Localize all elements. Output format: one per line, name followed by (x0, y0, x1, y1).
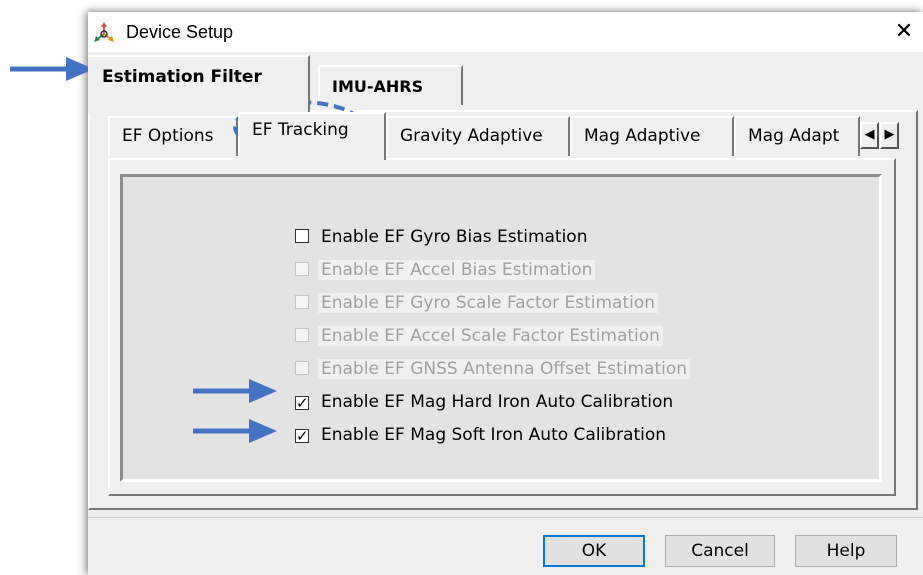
tab-ef-tracking[interactable]: EF Tracking (238, 112, 386, 160)
title-bar: Device Setup ✕ (88, 12, 923, 52)
cancel-button[interactable]: Cancel (665, 535, 775, 567)
scroll-right-icon[interactable]: ▶ (880, 122, 899, 149)
ef-tracking-pane: Enable EF Gyro Bias Estimation Enable EF… (108, 158, 896, 496)
option-label: Enable EF Accel Scale Factor Estimation (318, 326, 663, 346)
option-accel-scale-factor: Enable EF Accel Scale Factor Estimation (295, 326, 663, 350)
tab-estimation-filter[interactable]: Estimation Filter (88, 55, 310, 113)
checkbox-accel-scale-factor (295, 328, 309, 342)
option-gyro-bias[interactable]: Enable EF Gyro Bias Estimation (295, 227, 587, 251)
app-icon (94, 22, 114, 42)
option-gyro-scale-factor: Enable EF Gyro Scale Factor Estimation (295, 293, 658, 317)
option-accel-bias: Enable EF Accel Bias Estimation (295, 260, 596, 284)
device-setup-window: Device Setup ✕ Estimation Filter IMU-AHR… (88, 12, 923, 575)
ok-button[interactable]: OK (543, 535, 645, 567)
checkmark-icon[interactable]: ✓ (295, 429, 309, 444)
option-label: Enable EF Accel Bias Estimation (318, 260, 596, 280)
arrow-annotation-icon (10, 57, 94, 81)
option-label: Enable EF Gyro Bias Estimation (321, 227, 588, 247)
footer-separator (88, 517, 923, 518)
option-mag-soft-iron[interactable]: ✓ Enable EF Mag Soft Iron Auto Calibratio… (295, 425, 666, 449)
tab-ef-options[interactable]: EF Options (108, 116, 238, 156)
option-label: Enable EF GNSS Antenna Offset Estimation (318, 359, 691, 379)
arrow-annotation-icon (193, 379, 277, 403)
option-label: Enable EF Gyro Scale Factor Estimation (318, 293, 658, 313)
checkbox-accel-bias (295, 262, 309, 276)
option-mag-hard-iron[interactable]: ✓ Enable EF Mag Hard Iron Auto Calibratio… (295, 392, 673, 416)
arrow-annotation-icon (193, 419, 277, 443)
checkbox-gyro-scale-factor (295, 295, 309, 309)
main-tab-strip: Estimation Filter IMU-AHRS (88, 52, 923, 113)
option-label: Enable EF Mag Hard Iron Auto Calibration (321, 392, 674, 412)
checkbox-gyro-bias[interactable] (295, 229, 309, 243)
estimation-filter-pane: EF Options EF Tracking Gravity Adaptive … (88, 110, 918, 510)
tab-mag-adapt-truncated[interactable]: Mag Adapt (734, 116, 860, 156)
tab-gravity-adaptive[interactable]: Gravity Adaptive (386, 116, 570, 156)
option-gnss-antenna-offset: Enable EF GNSS Antenna Offset Estimation (295, 359, 691, 383)
window-title: Device Setup (126, 22, 234, 42)
option-label: Enable EF Mag Soft Iron Auto Calibration (321, 425, 667, 445)
tab-mag-adaptive[interactable]: Mag Adaptive (570, 116, 734, 156)
checkbox-gnss-antenna-offset (295, 361, 309, 375)
checkmark-icon[interactable]: ✓ (295, 396, 309, 411)
help-button[interactable]: Help (795, 535, 897, 567)
scroll-left-icon[interactable]: ◀ (860, 122, 879, 149)
close-icon[interactable]: ✕ (885, 12, 923, 52)
